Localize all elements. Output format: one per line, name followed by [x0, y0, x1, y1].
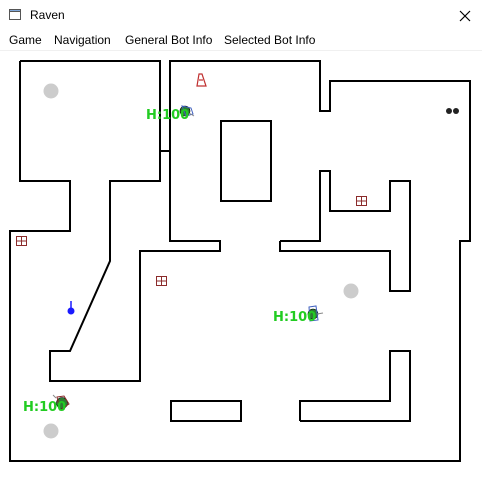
rocket-launcher-icon — [196, 73, 207, 87]
shotgun-icon — [446, 108, 459, 114]
health-pack-icon — [156, 276, 167, 286]
menu-general-bot-info[interactable]: General Bot Info — [124, 33, 213, 47]
menu-bar: Game Navigation General Bot Info Selecte… — [0, 31, 482, 51]
window-icon — [9, 9, 21, 20]
wall-bottom-bar — [170, 400, 242, 422]
menu-selected-bot-info[interactable]: Selected Bot Info — [223, 33, 316, 47]
wall-center-block — [220, 120, 272, 202]
game-arena[interactable]: H:100 H:100 H:100 — [0, 50, 482, 493]
spawn-points — [43, 83, 359, 439]
close-icon — [459, 10, 471, 21]
menu-game[interactable]: Game — [8, 33, 43, 47]
walls — [9, 60, 471, 462]
spawn-point — [43, 423, 59, 439]
bot-health-label: H:100 — [273, 310, 316, 325]
window-title: Raven — [30, 8, 65, 22]
title-bar: Raven — [0, 0, 482, 31]
close-button[interactable] — [448, 0, 482, 31]
spawn-point — [343, 283, 359, 299]
wall-right-l — [299, 350, 411, 422]
health-pack-icon — [356, 196, 367, 206]
menu-navigation[interactable]: Navigation — [53, 33, 112, 47]
bot-health-label: H:100 — [146, 108, 189, 123]
wall-left-corridor — [49, 151, 221, 382]
bot[interactable]: H:100 — [273, 305, 324, 325]
spawn-point — [43, 83, 59, 99]
bot[interactable]: H:100 — [23, 394, 70, 415]
health-pack-icon — [16, 236, 27, 246]
bot-health-label: H:100 — [23, 400, 66, 415]
waypoint-marker — [67, 301, 75, 315]
arena-map: H:100 H:100 H:100 — [9, 60, 471, 462]
wall-right-channel — [279, 170, 411, 292]
bot[interactable]: H:100 — [146, 105, 195, 123]
